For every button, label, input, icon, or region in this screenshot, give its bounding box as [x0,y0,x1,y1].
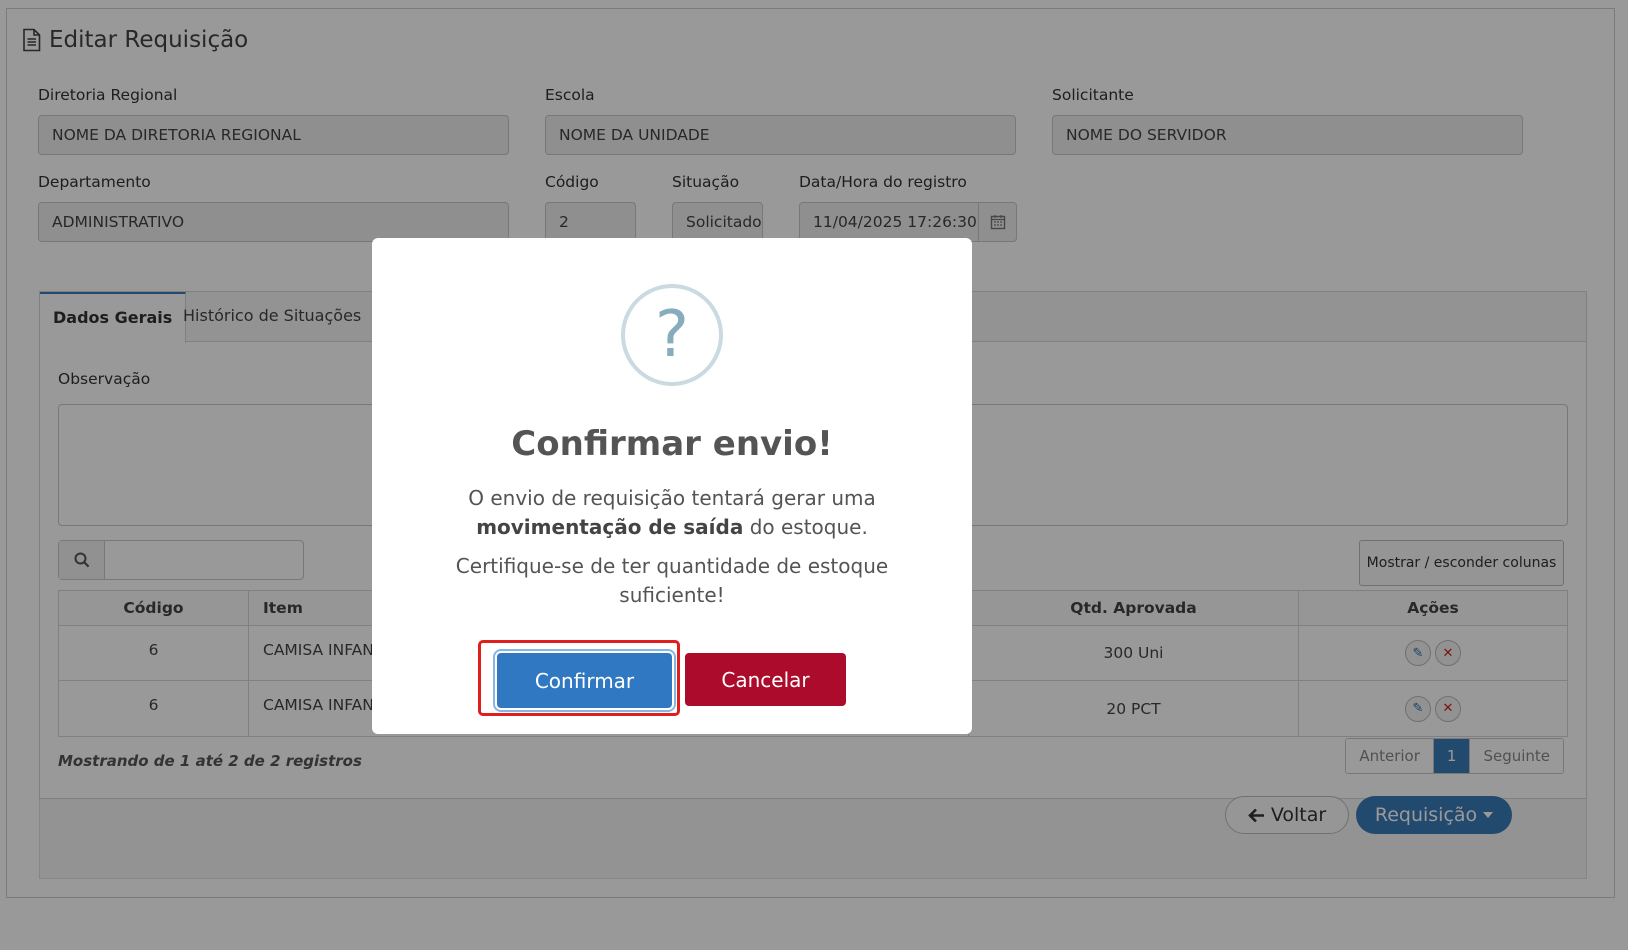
cancel-button[interactable]: Cancelar [685,653,846,706]
dialog-message-line1: O envio de requisição tentará gerar uma … [372,484,972,542]
confirm-button[interactable]: Confirmar [497,653,672,708]
dialog-text-part1: O envio de requisição tentará gerar uma [468,486,876,510]
dialog-message-line2: Certifique-se de ter quantidade de estoq… [455,554,889,607]
confirm-dialog: ? Confirmar envio! O envio de requisição… [372,238,972,734]
question-icon: ? [621,284,723,386]
dialog-title: Confirmar envio! [511,424,833,464]
dialog-text-part2: do estoque. [749,515,868,539]
dialog-message: O envio de requisição tentará gerar uma … [372,484,972,610]
dialog-text-bold: movimentação de saída [476,515,744,539]
